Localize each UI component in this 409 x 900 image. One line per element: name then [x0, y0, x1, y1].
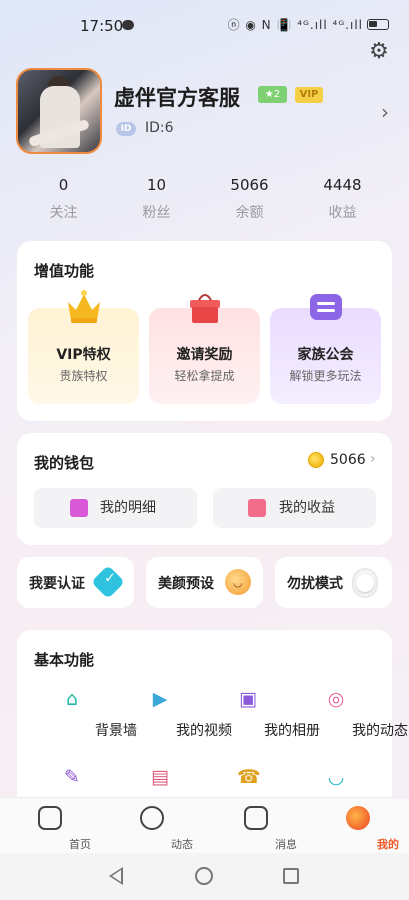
pen-icon: ✎: [64, 766, 80, 788]
card-label: 我要认证: [29, 576, 85, 592]
feature-subtitle: 解锁更多玩法: [289, 369, 362, 383]
message-icon: [244, 806, 268, 830]
level-badge: ★2: [258, 86, 287, 103]
status-time: 17:50: [80, 17, 124, 35]
nav-label: 首页: [69, 838, 91, 851]
vip-badge: VIP: [295, 87, 323, 103]
profile-id: ID:6: [145, 120, 174, 136]
status-icons: ⓝ ◉ N 📳 ⁴ᴳ.ıll ⁴ᴳ.ıll: [228, 16, 389, 33]
gift-box-icon: [190, 294, 220, 323]
coin-icon: [308, 452, 324, 468]
stat-fans[interactable]: 10 粉丝: [110, 176, 203, 222]
verification-card[interactable]: 我要认证: [17, 557, 134, 608]
income-icon: [248, 499, 266, 517]
chat-bubble-icon: [310, 294, 342, 320]
item-label: 背景墙: [95, 723, 137, 739]
wallet-balance[interactable]: 5066: [330, 452, 366, 468]
stat-label: 收益: [328, 205, 357, 221]
stat-balance[interactable]: 5066 余额: [203, 176, 296, 222]
do-not-disturb-card: 勿扰模式: [275, 557, 392, 608]
feature-title: VIP特权: [56, 347, 111, 363]
video-icon: ▶: [152, 688, 168, 710]
feature-title: 家族公会: [297, 347, 354, 363]
nav-label: 消息: [275, 838, 297, 851]
stat-value: 4448: [323, 176, 362, 194]
feature-title: 邀请奖励: [176, 347, 233, 363]
profile-icon: [346, 806, 370, 830]
status-icons-text: ⓝ ◉ N 📳 ⁴ᴳ.ıll ⁴ᴳ.ıll: [227, 18, 363, 32]
stat-label: 粉丝: [142, 205, 171, 221]
basic-functions-title: 基本功能: [34, 651, 95, 669]
item-label: 我的视频: [176, 723, 232, 739]
wallet-title: 我的钱包: [34, 454, 95, 472]
item-label: 我的相册: [264, 723, 320, 739]
id-icon: ID: [116, 122, 136, 136]
crown-icon: [68, 290, 100, 323]
stat-label: 关注: [49, 205, 78, 221]
home-icon: [38, 806, 62, 830]
chevron-right-icon[interactable]: ›: [370, 451, 376, 467]
item-label: 我的动态: [352, 723, 408, 739]
invite-reward-item[interactable]: 邀请奖励 轻松拿提成: [149, 294, 260, 404]
card-label: 美颜预设: [158, 576, 214, 592]
stat-income[interactable]: 4448 收益: [296, 176, 389, 222]
stat-value: 5066: [230, 176, 269, 194]
gift-icon: ▤: [151, 766, 169, 788]
chevron-right-icon[interactable]: ›: [381, 100, 389, 124]
feature-subtitle: 轻松拿提成: [174, 369, 235, 383]
nav-label: 动态: [171, 838, 193, 851]
phone-icon: ☎: [237, 766, 261, 788]
nav-label: 我的: [377, 838, 399, 851]
my-income-button[interactable]: 我的收益: [213, 488, 376, 528]
settings-gear-icon[interactable]: ⚙: [367, 40, 391, 64]
smile-icon: [225, 569, 251, 595]
status-bar: 17:50 ⓝ ◉ N 📳 ⁴ᴳ.ıll ⁴ᴳ.ıll: [0, 0, 409, 50]
button-label: 我的明细: [100, 500, 156, 516]
planet-icon: ◎: [327, 688, 345, 710]
do-not-disturb-toggle[interactable]: [352, 568, 378, 598]
back-icon[interactable]: [109, 867, 123, 885]
my-details-button[interactable]: 我的明细: [34, 488, 197, 528]
profile-stats: 0 关注 10 粉丝 5066 余额 4448 收益: [0, 176, 409, 222]
vip-privilege-item[interactable]: VIP特权 贵族特权: [28, 290, 139, 404]
stat-label: 余额: [235, 205, 264, 221]
planet-icon: [140, 806, 164, 830]
album-icon: ▣: [239, 688, 257, 710]
family-guild-item[interactable]: 家族公会 解锁更多玩法: [270, 294, 381, 404]
stat-following[interactable]: 0 关注: [17, 176, 110, 222]
feature-subtitle: 贵族特权: [59, 369, 108, 383]
card-label: 勿扰模式: [287, 576, 343, 592]
recent-apps-icon[interactable]: [283, 868, 299, 884]
home-circle-icon[interactable]: [195, 867, 213, 885]
stat-value: 10: [146, 176, 167, 194]
profile-name: 虚伴官方客服: [114, 86, 240, 110]
wallet-card: 我的钱包 5066 › 我的明细 我的收益: [17, 433, 392, 545]
cup-icon: ◡: [327, 766, 345, 788]
clipboard-icon: [70, 499, 88, 517]
bottom-nav: 首页 动态 消息 我的: [0, 797, 409, 853]
message-notification-icon: [122, 20, 134, 30]
value-added-title: 增值功能: [34, 262, 95, 280]
beauty-preset-card[interactable]: 美颜预设: [146, 557, 263, 608]
avatar[interactable]: [16, 68, 102, 154]
value-added-card: 增值功能 VIP特权 贵族特权 邀请奖励 轻松拿提成 家族公会 解锁更多玩法: [17, 241, 392, 421]
tshirt-icon: ⌂: [65, 688, 79, 710]
verify-icon: [91, 565, 125, 599]
system-navigation-bar: [0, 853, 409, 900]
button-label: 我的收益: [279, 500, 335, 516]
battery-icon: [367, 19, 389, 30]
stat-value: 0: [58, 176, 69, 194]
